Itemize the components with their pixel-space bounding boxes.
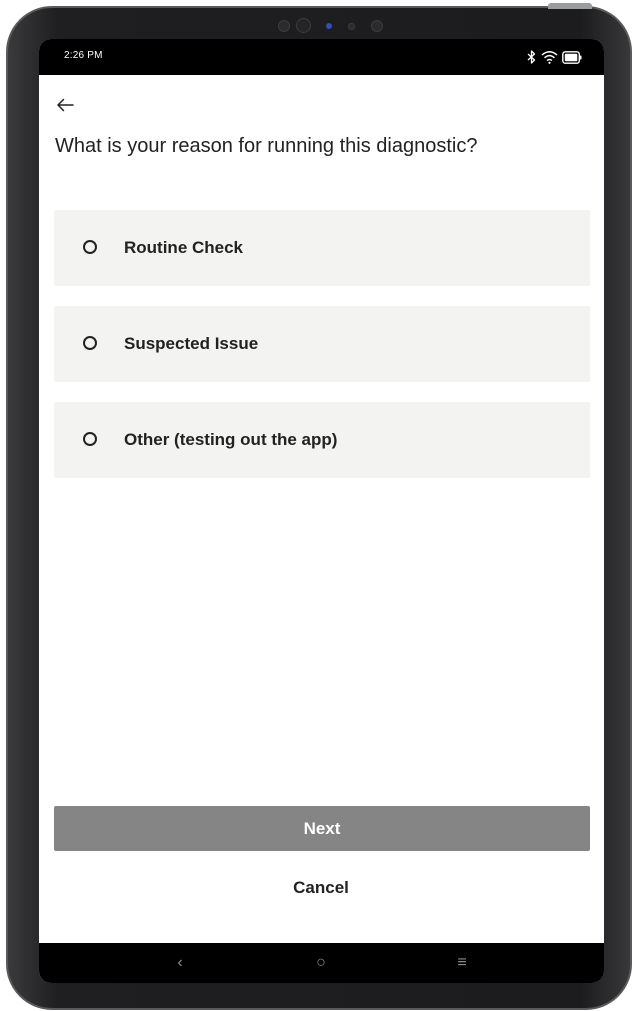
- option-suspected-issue[interactable]: Suspected Issue: [54, 306, 590, 382]
- page-title: What is your reason for running this dia…: [55, 135, 478, 157]
- status-time: 2:26 PM: [64, 50, 103, 61]
- navigation-bar: ‹ ○ ≡: [39, 943, 604, 983]
- radio-button[interactable]: [83, 240, 97, 254]
- option-label: Routine Check: [124, 238, 244, 257]
- next-button[interactable]: Next: [54, 806, 590, 851]
- tablet-frame: 2:26 PM What is your reason for running …: [6, 3, 632, 1010]
- option-label: Suspected Issue: [124, 334, 259, 353]
- battery-icon: [562, 50, 582, 64]
- nav-back-icon[interactable]: ‹: [166, 951, 194, 975]
- arrow-left-icon: [57, 98, 74, 112]
- nav-home-icon[interactable]: ○: [307, 951, 335, 975]
- cancel-button[interactable]: Cancel: [221, 863, 421, 913]
- sensor-icon: [348, 23, 355, 30]
- camera-icon: [296, 18, 311, 33]
- back-button[interactable]: [53, 93, 77, 117]
- status-icons: [526, 49, 582, 65]
- camera-array: [278, 16, 388, 34]
- option-other[interactable]: Other (testing out the app): [54, 402, 590, 478]
- indicator-light-icon: [326, 23, 332, 29]
- sensor-icon: [278, 20, 290, 32]
- diagnostic-reason-page: What is your reason for running this dia…: [39, 75, 604, 943]
- power-button: [548, 3, 592, 9]
- option-routine-check[interactable]: Routine Check: [54, 210, 590, 286]
- radio-button[interactable]: [83, 432, 97, 446]
- status-bar: 2:26 PM: [39, 39, 604, 75]
- radio-button[interactable]: [83, 336, 97, 350]
- option-label: Other (testing out the app): [124, 430, 338, 449]
- sensor-icon: [371, 20, 383, 32]
- nav-menu-icon[interactable]: ≡: [448, 951, 476, 975]
- screen: 2:26 PM What is your reason for running …: [39, 39, 604, 983]
- wifi-icon: [541, 51, 558, 64]
- bluetooth-icon: [527, 50, 536, 64]
